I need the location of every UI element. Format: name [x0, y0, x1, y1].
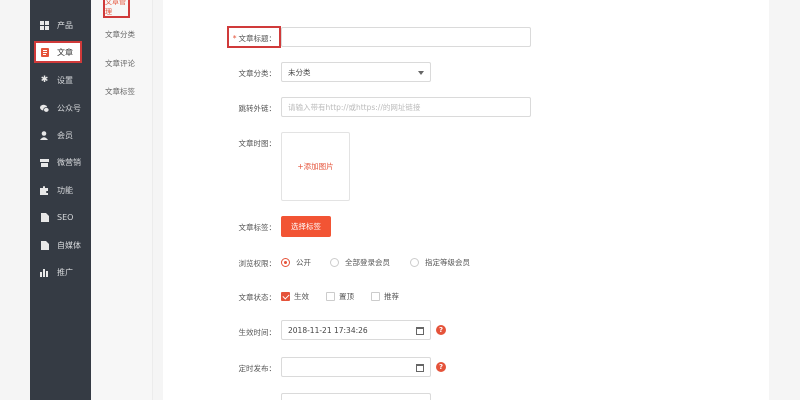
- checkbox[interactable]: [281, 292, 290, 301]
- sidebar-item-label: 推广: [57, 267, 73, 277]
- status-label: 文章状态：: [238, 293, 277, 302]
- sidebar-item-members[interactable]: 会员: [36, 124, 88, 146]
- sidebar-item-features[interactable]: 功能: [36, 179, 88, 201]
- status-option-recommended[interactable]: 推荐: [371, 291, 399, 302]
- title-input[interactable]: [281, 27, 531, 47]
- sidebar-item-label: 设置: [57, 75, 73, 85]
- checkbox[interactable]: [371, 292, 380, 301]
- subnav-item-article-manage[interactable]: 文章管理: [103, 0, 130, 18]
- scheduled-input[interactable]: [281, 357, 431, 377]
- file-icon: [40, 240, 49, 250]
- sidebar-item-label: 自媒体: [57, 240, 81, 250]
- link-label: 跳转外链：: [238, 104, 277, 113]
- permission-option-public[interactable]: 公开: [281, 257, 311, 268]
- status-option-pinned[interactable]: 置顶: [326, 291, 354, 302]
- grid-icon: [40, 20, 49, 30]
- status-option-effective[interactable]: 生效: [281, 291, 309, 302]
- subnav-item-article-tags[interactable]: 文章标签: [105, 86, 135, 97]
- sidebar-item-label: 公众号: [57, 103, 81, 113]
- sidebar-item-media[interactable]: 自媒体: [36, 234, 88, 256]
- required-mark: *: [232, 34, 237, 43]
- effective-time-input[interactable]: 2018-11-21 17:34:26: [281, 320, 431, 340]
- calendar-icon[interactable]: [416, 327, 424, 335]
- wechat-icon: [40, 104, 49, 113]
- effective-time-label: 生效时间：: [238, 328, 277, 337]
- category-select[interactable]: 未分类: [281, 62, 431, 82]
- radio-button[interactable]: [281, 258, 290, 267]
- sidebar-item-label: SEO: [57, 212, 74, 222]
- permission-option-level-members[interactable]: 指定等级会员: [410, 257, 470, 268]
- permission-option-all-members[interactable]: 全部登录会员: [330, 257, 390, 268]
- permission-label: 浏览权限：: [238, 259, 277, 268]
- user-icon: [40, 130, 49, 140]
- sidebar-item-products[interactable]: 产品: [36, 14, 88, 36]
- link-placeholder: 请输入带有http://或https://的网址链接: [288, 102, 421, 112]
- gear-icon: ✱: [40, 74, 49, 85]
- sidebar-item-seo[interactable]: SEO: [36, 206, 88, 228]
- radio-button[interactable]: [410, 258, 419, 267]
- category-selected-value: 未分类: [288, 67, 311, 77]
- sidebar-item-label: 文章: [57, 47, 73, 57]
- sidebar-item-articles[interactable]: 文章: [34, 41, 82, 63]
- chevron-down-icon: [418, 71, 424, 75]
- main-content: [163, 0, 769, 400]
- help-icon[interactable]: ?: [436, 362, 446, 372]
- file-icon: [40, 212, 49, 222]
- image-label: 文章时图：: [238, 139, 277, 148]
- sub-navigation: 文章管理 文章分类 文章评论 文章标签: [91, 0, 153, 400]
- sidebar-item-wechat[interactable]: 公众号: [36, 97, 88, 119]
- sidebar-item-label: 会员: [57, 130, 73, 140]
- puzzle-icon: [40, 185, 49, 195]
- select-tags-button[interactable]: 选择标签: [281, 216, 331, 237]
- subnav-item-article-category[interactable]: 文章分类: [105, 29, 135, 40]
- title-label: * 文章标题：: [232, 34, 276, 43]
- sidebar-item-label: 功能: [57, 185, 73, 195]
- sidebar-item-marketing[interactable]: 微营销: [36, 151, 88, 173]
- scheduled-label: 定时发布：: [238, 364, 277, 373]
- next-field-input[interactable]: [281, 393, 431, 400]
- category-label: 文章分类：: [238, 69, 277, 78]
- subnav-item-article-comments[interactable]: 文章评论: [105, 58, 135, 69]
- calendar-icon[interactable]: [416, 364, 424, 372]
- bar-chart-icon: [40, 268, 49, 277]
- tags-label: 文章标签：: [238, 223, 277, 232]
- link-input[interactable]: 请输入带有http://或https://的网址链接: [281, 97, 531, 117]
- sidebar-item-label: 产品: [57, 20, 73, 30]
- sidebar-item-promotion[interactable]: 推广: [36, 261, 88, 283]
- store-icon: [40, 158, 49, 167]
- main-sidebar: 产品 文章 ✱ 设置 公众号 会员 微营销 功能 SEO 自媒体 推广: [30, 0, 91, 400]
- radio-button[interactable]: [330, 258, 339, 267]
- sidebar-item-settings[interactable]: ✱ 设置: [36, 69, 88, 91]
- add-image-button[interactable]: +添加图片: [281, 132, 350, 201]
- checkbox[interactable]: [326, 292, 335, 301]
- document-icon: [40, 47, 49, 57]
- help-icon[interactable]: ?: [436, 325, 446, 335]
- sidebar-item-label: 微营销: [57, 157, 81, 167]
